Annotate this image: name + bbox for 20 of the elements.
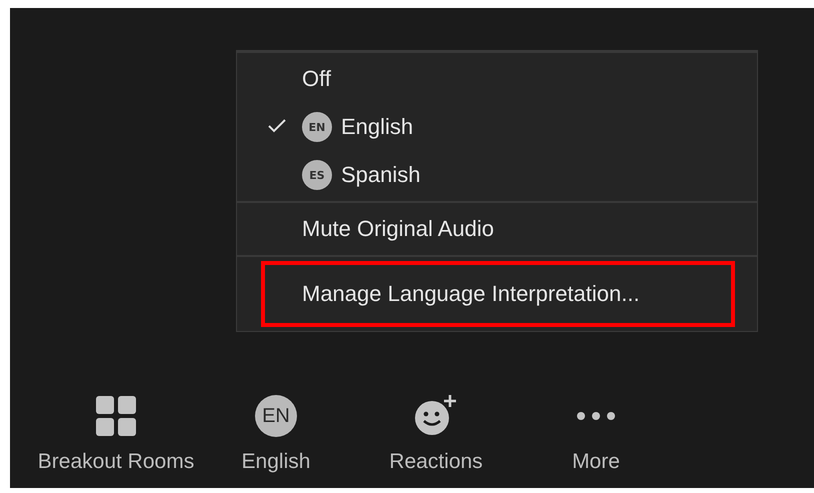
- menu-item[interactable]: Mute Original Audio: [237, 205, 757, 253]
- menu-item[interactable]: Off: [237, 55, 757, 103]
- menu-item-label: English: [341, 114, 414, 140]
- menu-item-label: Off: [302, 66, 331, 92]
- grid-icon: [96, 396, 136, 436]
- menu-item-label: Manage Language Interpretation...: [302, 281, 640, 307]
- language-badge: ES: [302, 160, 332, 190]
- language-badge: EN: [255, 395, 297, 437]
- menu-item-label: Mute Original Audio: [302, 216, 494, 242]
- menu-item[interactable]: EN English: [237, 103, 757, 151]
- toolbar-button[interactable]: EN English: [196, 392, 356, 474]
- toolbar-button[interactable]: Breakout Rooms: [36, 392, 196, 474]
- toolbar-button[interactable]: Reactions: [356, 392, 516, 474]
- smiley-plus-icon: [414, 394, 458, 438]
- menu-item[interactable]: ES Spanish: [237, 151, 757, 199]
- menu-item-label: Spanish: [341, 162, 421, 188]
- language-badge: EN: [302, 112, 332, 142]
- menu-item[interactable]: Manage Language Interpretation...: [237, 259, 757, 329]
- toolbar-button[interactable]: More: [516, 392, 676, 474]
- more-icon: [576, 411, 616, 421]
